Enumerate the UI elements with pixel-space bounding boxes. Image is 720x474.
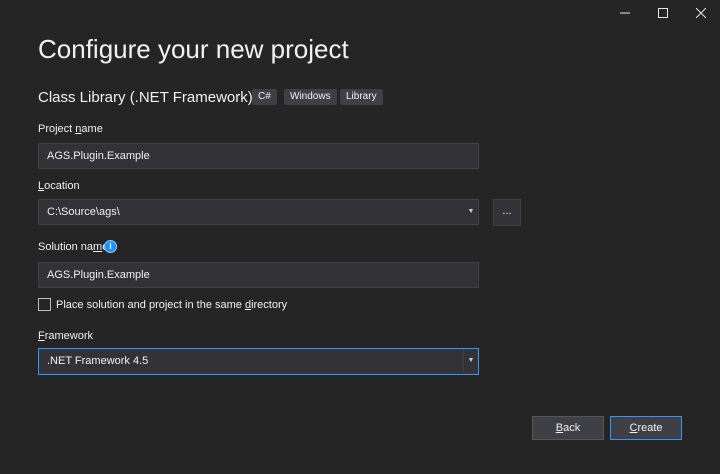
maximize-button[interactable]: [646, 0, 680, 26]
close-button[interactable]: [684, 0, 718, 26]
framework-dropdown[interactable]: .NET Framework 4.5 ▼: [38, 348, 479, 375]
location-combobox[interactable]: C:\Source\ags\ ▼: [38, 199, 479, 225]
location-label: Location: [38, 180, 80, 192]
info-icon[interactable]: i: [104, 240, 117, 253]
project-name-input[interactable]: AGS.Plugin.Example: [38, 143, 479, 169]
tag-platform: Windows: [284, 89, 337, 105]
maximize-icon: [658, 8, 668, 18]
minimize-icon: [620, 12, 630, 14]
framework-value: .NET Framework 4.5: [47, 355, 149, 367]
create-button[interactable]: Create: [610, 416, 682, 440]
page-title: Configure your new project: [38, 34, 349, 64]
project-name-value: AGS.Plugin.Example: [47, 150, 150, 162]
same-directory-label[interactable]: Place solution and project in the same d…: [56, 299, 287, 311]
solution-name-input[interactable]: AGS.Plugin.Example: [38, 262, 479, 288]
chevron-down-icon[interactable]: ▼: [464, 200, 478, 224]
solution-name-label: Solution name: [38, 241, 108, 253]
back-button[interactable]: Back: [532, 416, 604, 440]
browse-button[interactable]: ...: [493, 199, 521, 226]
location-value: C:\Source\ags\: [47, 206, 120, 218]
tag-language: C#: [252, 89, 277, 105]
chevron-down-icon[interactable]: ▼: [463, 349, 478, 373]
project-name-label: Project name: [38, 123, 103, 135]
solution-name-value: AGS.Plugin.Example: [47, 269, 150, 281]
framework-label: Framework: [38, 330, 94, 342]
template-name: Class Library (.NET Framework): [38, 89, 253, 106]
tag-type: Library: [340, 89, 383, 105]
close-icon: [696, 8, 706, 18]
minimize-button[interactable]: [608, 0, 642, 26]
same-directory-checkbox[interactable]: [38, 298, 51, 311]
